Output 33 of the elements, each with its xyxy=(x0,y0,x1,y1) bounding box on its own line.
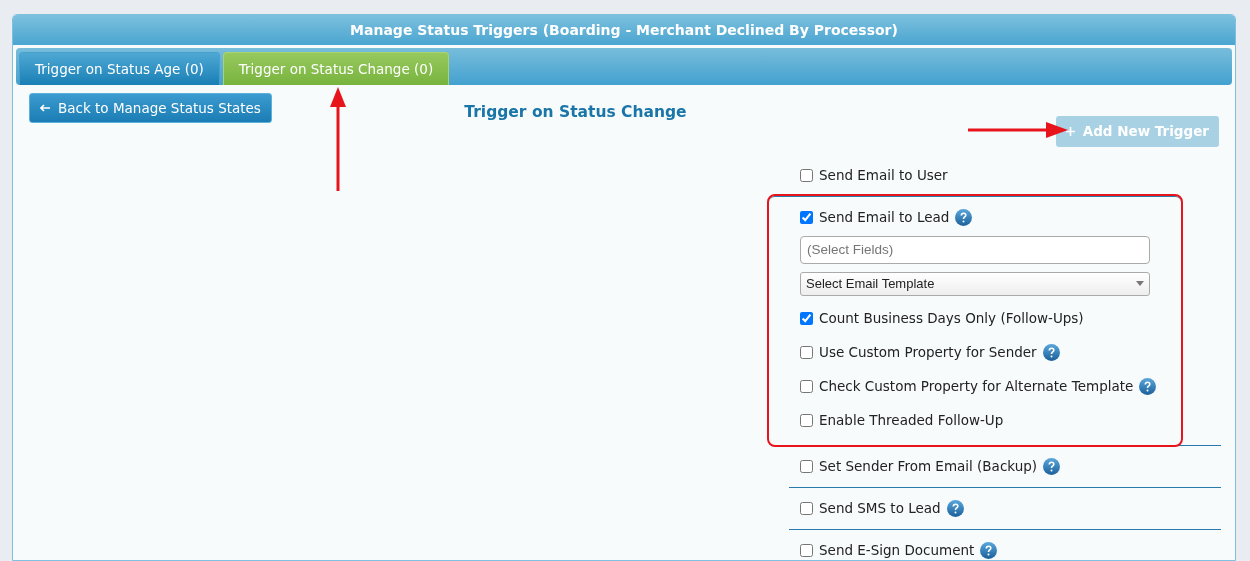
checkbox-label: Check Custom Property for Alternate Template xyxy=(819,376,1134,396)
checkbox-label: Send SMS to Lead xyxy=(819,498,941,518)
help-icon[interactable] xyxy=(980,541,998,559)
checkbox-label: Send Email to Lead xyxy=(819,207,950,227)
checkbox-label: Send Email to User xyxy=(819,165,948,185)
checkbox[interactable] xyxy=(800,345,813,359)
help-icon[interactable] xyxy=(946,499,964,517)
checkbox-label: Set Sender From Email (Backup) xyxy=(819,456,1038,476)
help-icon[interactable] xyxy=(1042,343,1060,361)
checkbox-label: Count Business Days Only (Follow-Ups) xyxy=(819,308,1084,328)
checkbox[interactable] xyxy=(800,543,813,557)
back-arrow-icon xyxy=(40,104,50,113)
template-select[interactable]: Select Email Template xyxy=(800,271,1150,296)
checkbox[interactable] xyxy=(800,311,813,325)
back-button[interactable]: Back to Manage Status States xyxy=(29,93,272,124)
checkbox[interactable] xyxy=(800,168,813,182)
checkbox[interactable] xyxy=(800,413,813,427)
tab[interactable]: Trigger on Status Change (0) xyxy=(222,52,450,85)
checkbox-label: Enable Threaded Follow-Up xyxy=(819,410,1004,430)
section-heading: Trigger on Status Change xyxy=(464,102,687,123)
window-title: Manage Status Triggers (Boarding - Merchant Declined By Processor) xyxy=(13,15,1235,45)
help-icon[interactable] xyxy=(1043,457,1061,475)
fields-input[interactable]: (Select Fields) xyxy=(800,235,1150,264)
dropdown-icon xyxy=(1136,281,1144,286)
checkbox[interactable] xyxy=(800,501,813,515)
checkbox-label: Use Custom Property for Sender xyxy=(819,342,1037,362)
checkbox[interactable] xyxy=(800,459,813,473)
checkbox-label: Send E-Sign Document xyxy=(819,540,975,560)
help-icon[interactable] xyxy=(1139,377,1157,395)
checkbox[interactable] xyxy=(800,379,813,393)
help-icon[interactable] xyxy=(955,208,973,226)
tab[interactable]: Trigger on Status Age (0) xyxy=(19,52,220,85)
checkbox[interactable] xyxy=(800,210,813,224)
